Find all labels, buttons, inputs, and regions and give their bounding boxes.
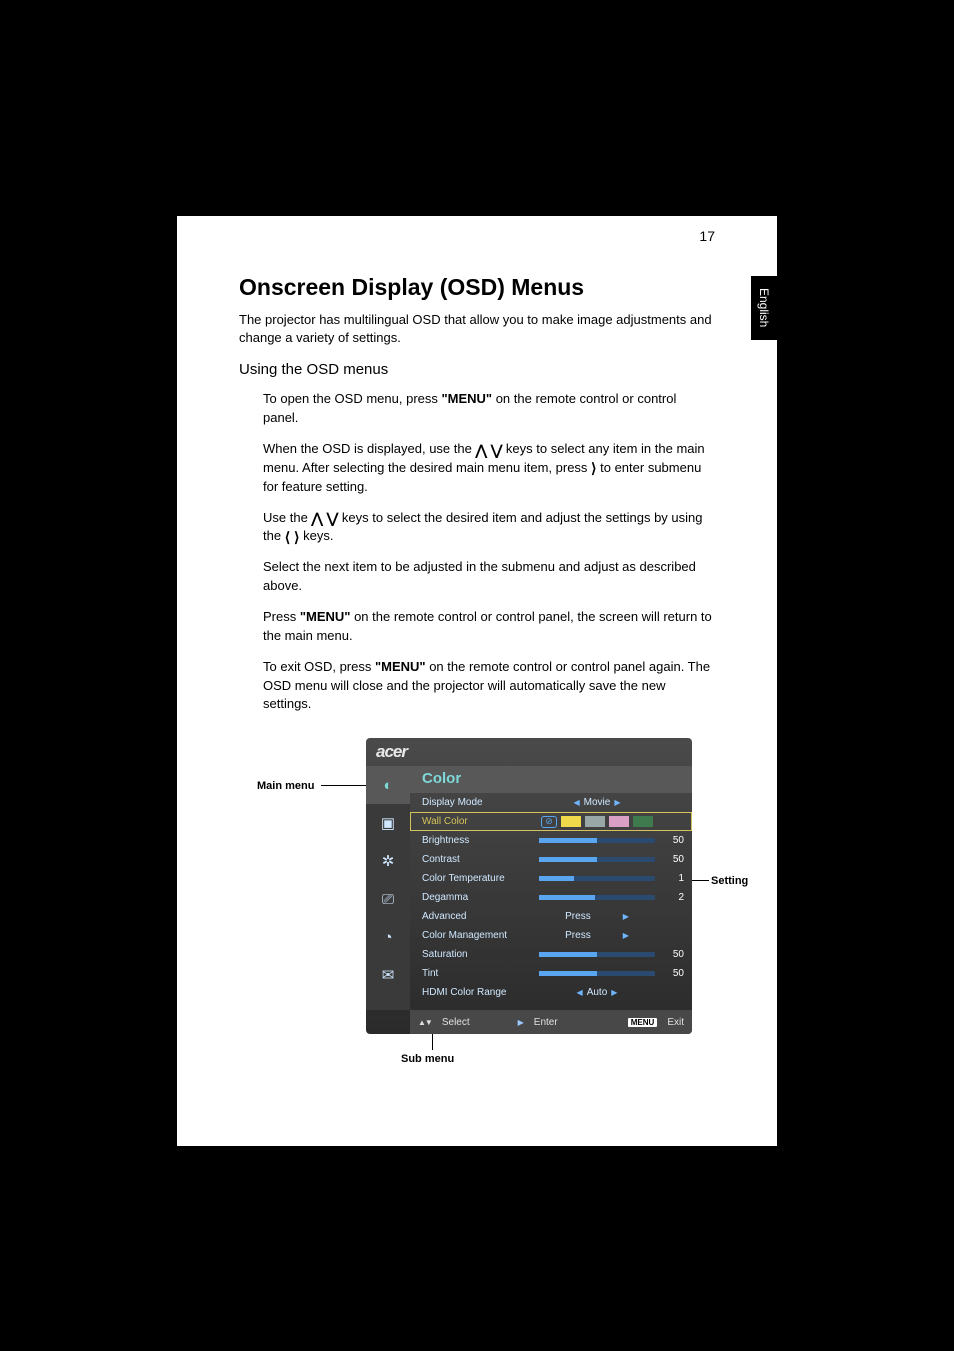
label-main-menu: Main menu bbox=[257, 780, 314, 792]
row-wall-color[interactable]: Wall Color ⊘ bbox=[410, 812, 692, 831]
document-page: 17 English Onscreen Display (OSD) Menus … bbox=[177, 216, 777, 1146]
tab-audio-icon[interactable]: ◔ bbox=[366, 918, 410, 956]
instruction-p5: Press "MENU" on the remote control or co… bbox=[263, 608, 715, 646]
select-value: Auto bbox=[587, 987, 608, 998]
row-label: Wall Color bbox=[422, 816, 532, 827]
instructions: To open the OSD menu, press "MENU" on th… bbox=[239, 390, 715, 714]
language-tab: English bbox=[751, 276, 777, 340]
row-label: Color Management bbox=[422, 930, 532, 941]
osd-main-menu-tabs: ◐ ▣ ✲ ⎚ ◔ ✉ bbox=[366, 766, 410, 1010]
row-saturation[interactable]: Saturation 50 bbox=[410, 945, 692, 964]
osd-screenshot: acer ◐ ▣ ✲ ⎚ ◔ ✉ Color Display Mode ◀ bbox=[366, 738, 692, 1034]
slider-value: 50 bbox=[662, 835, 684, 846]
slider-control[interactable] bbox=[532, 838, 662, 843]
arrow-right-icon[interactable]: ▶ bbox=[623, 931, 629, 940]
row-contrast[interactable]: Contrast 50 bbox=[410, 850, 692, 869]
press-control[interactable]: Press ▶ bbox=[532, 911, 662, 922]
arrow-left-icon[interactable]: ◀ bbox=[577, 988, 583, 997]
row-label: Display Mode bbox=[422, 797, 532, 808]
slider-value: 50 bbox=[662, 968, 684, 979]
tab-setting-icon[interactable]: ✲ bbox=[366, 842, 410, 880]
select-control[interactable]: ◀ Movie ▶ bbox=[532, 797, 662, 808]
slider-control[interactable] bbox=[532, 857, 662, 862]
label-sub-menu: Sub menu bbox=[401, 1053, 454, 1065]
leader-line bbox=[691, 880, 709, 881]
footer-exit-label: Exit bbox=[667, 1017, 684, 1028]
footer-enter-label: Enter bbox=[534, 1017, 558, 1028]
press-control[interactable]: Press ▶ bbox=[532, 930, 662, 941]
row-label: HDMI Color Range bbox=[422, 987, 532, 998]
swatch[interactable] bbox=[561, 816, 581, 827]
row-tint[interactable]: Tint 50 bbox=[410, 964, 692, 983]
press-label: Press bbox=[565, 930, 591, 941]
tab-color-icon[interactable]: ◐ bbox=[366, 766, 410, 804]
wall-color-swatches[interactable]: ⊘ bbox=[532, 816, 662, 828]
left-right-icon: ⟨ ⟩ bbox=[285, 530, 300, 544]
osd-footer: ▲▼ Select ▶ Enter MENU Exit bbox=[410, 1010, 692, 1034]
slider-value: 50 bbox=[662, 949, 684, 960]
slider-control[interactable] bbox=[532, 876, 662, 881]
osd-section-title: Color bbox=[410, 766, 692, 793]
row-label: Tint bbox=[422, 968, 532, 979]
up-down-icon: ▲▼ bbox=[418, 1018, 432, 1027]
row-hdmi-color-range[interactable]: HDMI Color Range ◀ Auto ▶ bbox=[410, 983, 692, 1002]
swatch[interactable] bbox=[585, 816, 605, 827]
row-advanced[interactable]: Advanced Press ▶ bbox=[410, 907, 692, 926]
page-number: 17 bbox=[699, 228, 715, 244]
instruction-p3: Use the ⋀ ⋁ keys to select the desired i… bbox=[263, 509, 715, 547]
slider-value: 50 bbox=[662, 854, 684, 865]
arrow-left-icon[interactable]: ◀ bbox=[574, 798, 580, 807]
tab-management-icon[interactable]: ⎚ bbox=[366, 880, 410, 918]
intro-text: The projector has multilingual OSD that … bbox=[239, 311, 715, 347]
enter-arrow-icon: ▶ bbox=[518, 1018, 524, 1027]
section-heading: Using the OSD menus bbox=[239, 361, 715, 378]
row-label: Contrast bbox=[422, 854, 532, 865]
row-degamma[interactable]: Degamma 2 bbox=[410, 888, 692, 907]
row-label: Saturation bbox=[422, 949, 532, 960]
wall-color-off-icon[interactable]: ⊘ bbox=[541, 816, 557, 828]
up-down-icon: ⋀ ⋁ bbox=[311, 511, 338, 525]
row-display-mode[interactable]: Display Mode ◀ Movie ▶ bbox=[410, 793, 692, 812]
page-title: Onscreen Display (OSD) Menus bbox=[239, 274, 715, 301]
instruction-p6: To exit OSD, press "MENU" on the remote … bbox=[263, 658, 715, 715]
select-control[interactable]: ◀ Auto ▶ bbox=[532, 987, 662, 998]
language-label: English bbox=[757, 288, 771, 327]
slider-value: 2 bbox=[662, 892, 684, 903]
instruction-p4: Select the next item to be adjusted in t… bbox=[263, 558, 715, 596]
swatch[interactable] bbox=[609, 816, 629, 827]
label-setting: Setting bbox=[711, 875, 748, 887]
row-brightness[interactable]: Brightness 50 bbox=[410, 831, 692, 850]
press-label: Press bbox=[565, 911, 591, 922]
tab-language-icon[interactable]: ✉ bbox=[366, 956, 410, 994]
menu-key-icon: MENU bbox=[628, 1018, 658, 1027]
arrow-right-icon[interactable]: ▶ bbox=[623, 912, 629, 921]
instruction-p1: To open the OSD menu, press "MENU" on th… bbox=[263, 390, 715, 428]
instruction-p2: When the OSD is displayed, use the ⋀ ⋁ k… bbox=[263, 440, 715, 497]
swatch[interactable] bbox=[633, 816, 653, 827]
up-down-icon: ⋀ ⋁ bbox=[475, 443, 502, 457]
arrow-right-icon[interactable]: ▶ bbox=[614, 798, 620, 807]
row-label: Degamma bbox=[422, 892, 532, 903]
tab-image-icon[interactable]: ▣ bbox=[366, 804, 410, 842]
slider-control[interactable] bbox=[532, 971, 662, 976]
row-label: Brightness bbox=[422, 835, 532, 846]
arrow-right-icon[interactable]: ▶ bbox=[611, 988, 617, 997]
osd-submenu: Color Display Mode ◀ Movie ▶ Wall Color bbox=[410, 766, 692, 1010]
slider-control[interactable] bbox=[532, 952, 662, 957]
slider-value: 1 bbox=[662, 873, 684, 884]
slider-control[interactable] bbox=[532, 895, 662, 900]
page-content: Onscreen Display (OSD) Menus The project… bbox=[177, 216, 777, 714]
row-label: Color Temperature bbox=[422, 873, 532, 884]
acer-logo: acer bbox=[376, 742, 407, 762]
row-color-management[interactable]: Color Management Press ▶ bbox=[410, 926, 692, 945]
row-label: Advanced bbox=[422, 911, 532, 922]
row-color-temperature[interactable]: Color Temperature 1 bbox=[410, 869, 692, 888]
select-value: Movie bbox=[584, 797, 611, 808]
footer-select-label: Select bbox=[442, 1017, 470, 1028]
